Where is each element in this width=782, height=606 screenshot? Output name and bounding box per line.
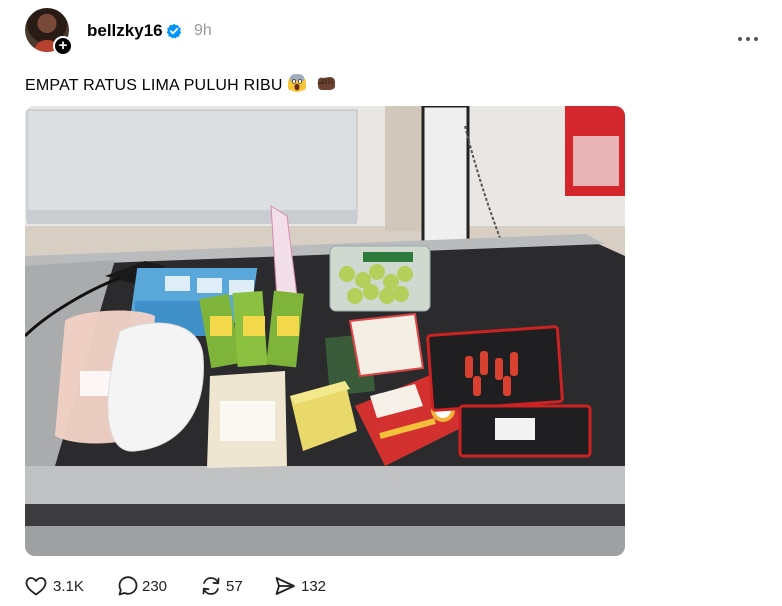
post-timestamp[interactable]: 9h bbox=[194, 22, 212, 40]
caption-text: EMPAT RATUS LIMA PULUH RIBU bbox=[25, 77, 283, 94]
send-share-icon bbox=[275, 577, 295, 595]
follow-plus-icon[interactable]: + bbox=[53, 36, 73, 56]
fist-bump-emoji-icon bbox=[317, 77, 335, 90]
post-caption: EMPAT RATUS LIMA PULUH RIBU bbox=[25, 73, 337, 95]
repost-icon bbox=[202, 577, 220, 595]
verified-badge-icon bbox=[166, 23, 182, 39]
repost-count: 57 bbox=[226, 578, 243, 595]
reply-button[interactable]: 230 bbox=[116, 574, 171, 598]
grocery-photo-illustration bbox=[25, 106, 625, 556]
like-button[interactable]: 3.1K bbox=[24, 574, 86, 598]
reply-count: 230 bbox=[142, 578, 168, 595]
share-count: 132 bbox=[301, 578, 327, 595]
share-button[interactable]: 132 bbox=[273, 574, 331, 598]
thread-post: + bellzky16 9h EMPAT RATUS LIMA PULUH RI… bbox=[0, 0, 782, 606]
comment-bubble-icon bbox=[118, 576, 138, 596]
author-username[interactable]: bellzky16 bbox=[87, 21, 163, 41]
more-options-icon[interactable] bbox=[738, 28, 762, 41]
author-avatar[interactable]: + bbox=[25, 8, 73, 56]
heart-icon bbox=[25, 577, 47, 596]
post-image[interactable] bbox=[25, 106, 625, 556]
like-count: 3.1K bbox=[53, 578, 84, 595]
repost-button[interactable]: 57 bbox=[199, 574, 247, 598]
screaming-face-emoji-icon bbox=[287, 74, 306, 92]
